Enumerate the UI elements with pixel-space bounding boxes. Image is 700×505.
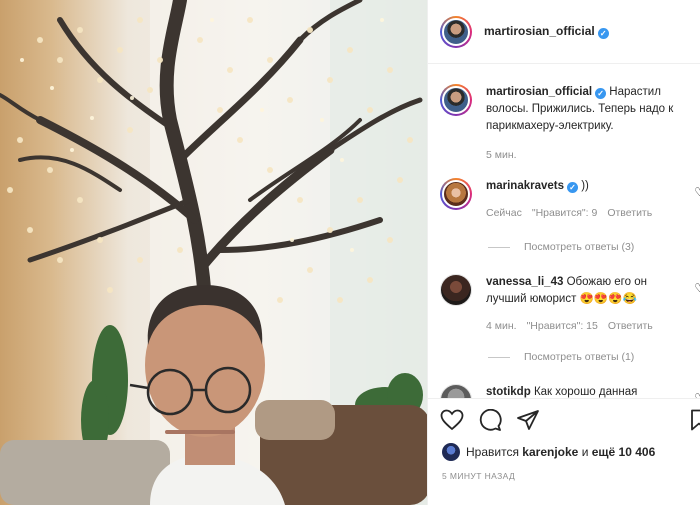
heart-icon[interactable] — [440, 409, 464, 431]
comment-item: vanessa_li_43 Обожаю его он лучший юмори… — [440, 274, 700, 335]
comment-item: stotikdp Как хорошо данная ♡ — [440, 384, 700, 398]
verified-badge-icon: ✓ — [567, 182, 578, 193]
liker-avatar[interactable] — [442, 443, 460, 461]
comment-like-heart-icon[interactable]: ♡ — [694, 185, 700, 199]
commenter-username-link[interactable]: stotikdp — [486, 386, 531, 398]
caption-username-link[interactable]: martirosian_official — [486, 86, 592, 98]
replies-divider — [488, 356, 510, 358]
view-replies-label: Посмотреть ответы (1) — [524, 351, 635, 363]
post-sidebar: martirosian_official ✓ martirosian_offici… — [427, 0, 700, 505]
comment-time: Сейчас — [486, 207, 522, 219]
photo-illustration — [0, 0, 427, 505]
post-photo[interactable] — [0, 0, 427, 505]
caption-time: 5 мин. — [486, 149, 517, 161]
comment-likes-link[interactable]: "Нравится": 15 — [527, 318, 598, 335]
instagram-post: martirosian_official ✓ martirosian_offici… — [0, 0, 700, 505]
bookmark-icon[interactable] — [689, 409, 700, 431]
liker-username-link[interactable]: karenjoke — [522, 445, 578, 459]
author-avatar[interactable] — [440, 15, 472, 48]
verified-badge-icon: ✓ — [597, 28, 609, 39]
caption-avatar[interactable] — [440, 84, 472, 116]
comments-list[interactable]: martirosian_official ✓ Нарастил волосы. П… — [428, 64, 700, 398]
comment-time: 4 мин. — [486, 320, 517, 332]
verified-badge-icon: ✓ — [595, 88, 607, 99]
view-replies-label: Посмотреть ответы (3) — [524, 241, 635, 253]
commenter-avatar[interactable] — [440, 178, 472, 210]
replies-divider — [488, 246, 510, 248]
commenter-username-link[interactable]: vanessa_li_43 — [486, 276, 563, 288]
comment-text: Как хорошо данная — [533, 386, 638, 398]
likes-summary[interactable]: Нравится karenjoke и ещё 10 406 — [442, 443, 655, 461]
post-actions: Нравится karenjoke и ещё 10 406 5 минут … — [428, 398, 700, 505]
reply-button[interactable]: Ответить — [608, 318, 653, 335]
share-icon[interactable] — [516, 409, 540, 431]
likes-conjunction: и — [581, 445, 589, 459]
comment-like-heart-icon[interactable]: ♡ — [694, 281, 700, 295]
commenter-avatar[interactable] — [440, 384, 472, 398]
comment-like-heart-icon[interactable]: ♡ — [694, 391, 700, 398]
comment-text: )) — [581, 180, 589, 192]
view-replies-button[interactable]: Посмотреть ответы (1) — [488, 351, 634, 363]
author-username-link[interactable]: martirosian_official ✓ — [484, 24, 609, 39]
post-timestamp: 5 минут назад — [442, 471, 516, 481]
likes-prefix: Нравится — [466, 445, 519, 459]
commenter-username-link[interactable]: marinakravets — [486, 180, 564, 192]
comment-icon[interactable] — [478, 409, 502, 431]
caption: martirosian_official ✓ Нарастил волосы. П… — [440, 84, 695, 164]
comment-item: marinakravets ✓ )) Сейчас "Нравится": 9 О… — [440, 178, 700, 222]
comment-likes-link[interactable]: "Нравится": 9 — [532, 205, 597, 222]
commenter-avatar[interactable] — [440, 274, 472, 306]
likes-count-link[interactable]: ещё 10 406 — [592, 445, 656, 459]
post-header: martirosian_official ✓ — [428, 0, 700, 64]
view-replies-button[interactable]: Посмотреть ответы (3) — [488, 241, 634, 253]
reply-button[interactable]: Ответить — [607, 205, 652, 222]
